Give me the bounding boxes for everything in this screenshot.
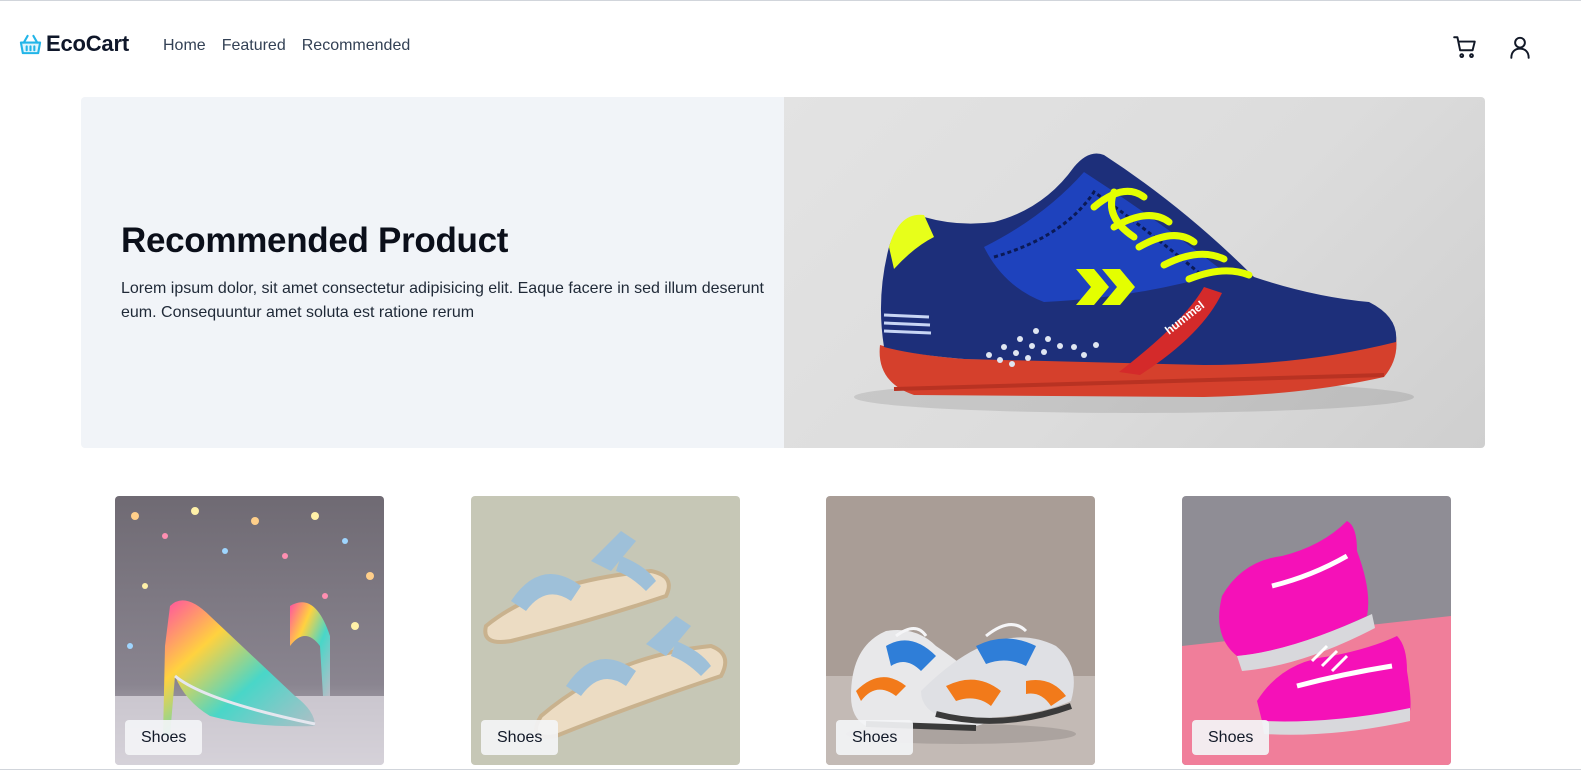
- basket-icon: [19, 34, 42, 54]
- hero-banner: Recommended Product Lorem ipsum dolor, s…: [81, 97, 1485, 448]
- category-tag: Shoes: [836, 720, 914, 755]
- user-icon: [1510, 36, 1530, 59]
- brand-name: EcoCart: [46, 31, 129, 56]
- hero-text-panel: Recommended Product Lorem ipsum dolor, s…: [81, 97, 784, 448]
- nav-featured[interactable]: Featured: [222, 37, 286, 55]
- product-card[interactable]: Shoes: [471, 496, 740, 765]
- account-button[interactable]: [1506, 33, 1534, 61]
- main-nav: Home Featured Recommended: [163, 37, 410, 55]
- hero-title: Recommended Product: [121, 221, 509, 260]
- nav-recommended[interactable]: Recommended: [302, 37, 411, 55]
- hero-description: Lorem ipsum dolor, sit amet consectetur …: [121, 280, 764, 321]
- hero-image-panel[interactable]: hummel: [784, 97, 1485, 448]
- cart-icon: [1453, 36, 1476, 59]
- product-card[interactable]: Shoes: [826, 496, 1095, 765]
- category-tag: Shoes: [1192, 720, 1270, 755]
- category-tag: Shoes: [481, 720, 559, 755]
- product-card[interactable]: Shoes: [1182, 496, 1451, 765]
- site-header: EcoCart Home Featured Recommended: [0, 1, 1581, 89]
- cart-button[interactable]: [1451, 33, 1479, 61]
- category-tag: Shoes: [125, 720, 203, 755]
- blue-sneaker-image: hummel: [854, 153, 1414, 413]
- nav-home[interactable]: Home: [163, 37, 206, 55]
- product-card[interactable]: Shoes: [115, 496, 384, 765]
- bottom-border: [0, 769, 1581, 770]
- brand-logo[interactable]: EcoCart: [19, 31, 129, 57]
